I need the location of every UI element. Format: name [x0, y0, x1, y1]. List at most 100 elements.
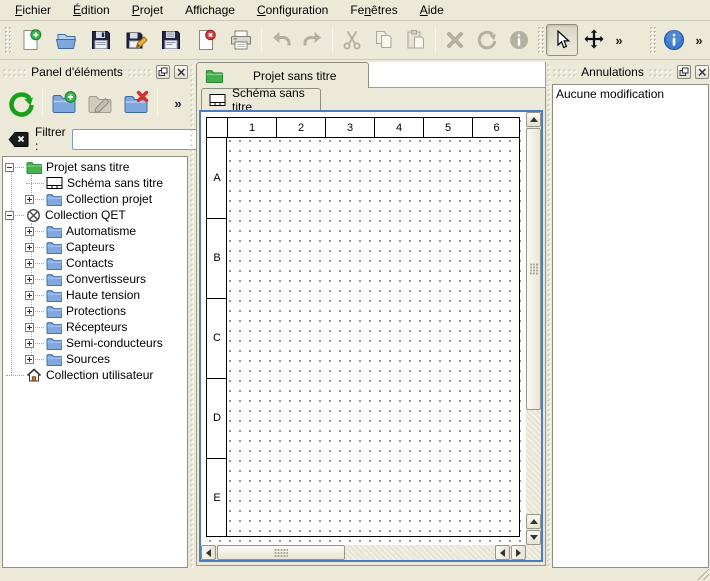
- tree-item-capteurs[interactable]: Capteurs: [3, 239, 187, 255]
- delete-button[interactable]: [439, 24, 471, 56]
- close-document-button[interactable]: [188, 24, 223, 56]
- delete-category-button[interactable]: [118, 85, 154, 121]
- horizontal-scroll-thumb[interactable]: [217, 545, 345, 560]
- expand-expander[interactable]: [25, 275, 34, 284]
- tree-item-schema-sans-titre[interactable]: Schéma sans titre: [3, 175, 187, 191]
- expand-expander[interactable]: [25, 195, 34, 204]
- copy-button[interactable]: [368, 24, 400, 56]
- resize-grip[interactable]: [696, 567, 709, 580]
- expand-expander[interactable]: [25, 227, 34, 236]
- clear-filter-button[interactable]: [8, 131, 29, 148]
- menu-edition[interactable]: Édition: [62, 1, 121, 19]
- tree-item-protections[interactable]: Protections: [3, 303, 187, 319]
- close-panel-button[interactable]: [695, 65, 709, 79]
- collapse-expander[interactable]: [5, 163, 14, 172]
- status-bar: [0, 568, 710, 581]
- vertical-scrollbar[interactable]: [526, 112, 541, 545]
- dock-splitter[interactable]: [546, 63, 551, 568]
- tree-item-recepteurs[interactable]: Récepteurs: [3, 319, 187, 335]
- menu-fenetres[interactable]: Fenêtres: [339, 1, 408, 19]
- float-panel-button[interactable]: [677, 65, 691, 79]
- collections-tree[interactable]: Projet sans titre Schéma sans titre Coll…: [2, 156, 188, 568]
- tree-item-sources[interactable]: Sources: [3, 351, 187, 367]
- open-project-button[interactable]: [48, 24, 83, 56]
- save-as-button[interactable]: [118, 24, 153, 56]
- scroll-up-button-bottom[interactable]: [526, 514, 541, 529]
- select-mode-button[interactable]: [546, 24, 578, 56]
- new-category-button[interactable]: [46, 85, 82, 121]
- toolbar-overflow-button[interactable]: »: [610, 33, 628, 48]
- scroll-left-button-right[interactable]: [495, 545, 510, 560]
- element-info-button[interactable]: [503, 24, 535, 56]
- save-all-button[interactable]: [153, 24, 188, 56]
- elements-panel-titlebar[interactable]: Panel d'éléments: [2, 63, 188, 81]
- cut-button[interactable]: [336, 24, 368, 56]
- column-label: 1: [228, 118, 276, 138]
- expand-expander[interactable]: [25, 355, 34, 364]
- undo-list-item[interactable]: Aucune modification: [556, 87, 705, 101]
- scroll-down-button[interactable]: [526, 530, 541, 545]
- expand-expander[interactable]: [25, 323, 34, 332]
- tab-projet-sans-titre[interactable]: Projet sans titre: [196, 62, 369, 88]
- expand-expander[interactable]: [25, 243, 34, 252]
- tree-item-contacts[interactable]: Contacts: [3, 255, 187, 271]
- scroll-right-button[interactable]: [511, 545, 526, 560]
- horizontal-scrollbar[interactable]: [201, 545, 526, 560]
- titlebar-texture: [2, 68, 27, 77]
- float-panel-button[interactable]: [156, 65, 170, 79]
- schema-icon: [46, 176, 63, 190]
- tree-item-collection-projet[interactable]: Collection projet: [3, 191, 187, 207]
- menu-projet[interactable]: Projet: [121, 1, 174, 19]
- menu-aide[interactable]: Aide: [409, 1, 455, 19]
- scroll-left-button[interactable]: [201, 545, 216, 560]
- arrow-right-icon: [516, 549, 521, 557]
- clear-filter-icon: [8, 131, 29, 148]
- toolbar-overflow-button[interactable]: »: [690, 33, 708, 48]
- edit-category-button[interactable]: [82, 85, 118, 121]
- menu-configuration[interactable]: Configuration: [246, 1, 339, 19]
- delete-category-icon: [122, 89, 150, 117]
- vertical-scroll-thumb[interactable]: [526, 128, 541, 410]
- elements-panel-title: Panel d'éléments: [31, 65, 123, 79]
- expand-expander[interactable]: [25, 291, 34, 300]
- toolbar-drag-handle[interactable]: [4, 26, 11, 54]
- project-subwindow: Schéma sans titre 1 2 3 4 5 6: [196, 88, 546, 566]
- about-info-button[interactable]: [658, 24, 690, 56]
- tab-schema-sans-titre[interactable]: Schéma sans titre: [201, 88, 321, 110]
- close-panel-button[interactable]: [174, 65, 188, 79]
- tree-item-collection-qet[interactable]: Collection QET: [3, 207, 187, 223]
- tree-item-semi-conducteurs[interactable]: Semi-conducteurs: [3, 335, 187, 351]
- tree-item-projet-sans-titre[interactable]: Projet sans titre: [3, 159, 187, 175]
- collapse-expander[interactable]: [5, 211, 14, 220]
- toolbar-drag-handle[interactable]: [649, 26, 656, 54]
- save-button[interactable]: [83, 24, 118, 56]
- main-toolbar: » »: [0, 21, 710, 60]
- toolbar-drag-handle[interactable]: [537, 26, 544, 54]
- schema-view[interactable]: 1 2 3 4 5 6 A B C D E: [199, 110, 543, 562]
- expand-expander[interactable]: [25, 339, 34, 348]
- tree-item-haute-tension[interactable]: Haute tension: [3, 287, 187, 303]
- expand-expander[interactable]: [25, 307, 34, 316]
- schema-canvas[interactable]: 1 2 3 4 5 6 A B C D E: [201, 112, 526, 545]
- print-button[interactable]: [223, 24, 258, 56]
- menu-affichage[interactable]: Affichage: [174, 1, 246, 19]
- column-label: 3: [326, 118, 374, 138]
- undo-button[interactable]: [265, 24, 297, 56]
- dock-splitter[interactable]: [189, 63, 194, 568]
- scroll-up-button[interactable]: [526, 112, 541, 127]
- move-mode-button[interactable]: [578, 24, 610, 56]
- toolbar-separator: [42, 88, 43, 118]
- tree-item-convertisseurs[interactable]: Convertisseurs: [3, 271, 187, 287]
- tree-item-automatisme[interactable]: Automatisme: [3, 223, 187, 239]
- rotate-button[interactable]: [471, 24, 503, 56]
- expand-expander[interactable]: [25, 259, 34, 268]
- undo-panel-titlebar[interactable]: Annulations: [552, 63, 709, 81]
- tree-item-collection-utilisateur[interactable]: Collection utilisateur: [3, 367, 187, 383]
- paste-button[interactable]: [400, 24, 432, 56]
- panel-toolbar-overflow-button[interactable]: »: [169, 96, 187, 111]
- menu-fichier[interactable]: Fichier: [4, 1, 62, 19]
- reload-collections-button[interactable]: [3, 85, 39, 121]
- new-document-button[interactable]: [13, 24, 48, 56]
- redo-button[interactable]: [297, 24, 329, 56]
- undo-history-list[interactable]: Aucune modification: [552, 84, 709, 568]
